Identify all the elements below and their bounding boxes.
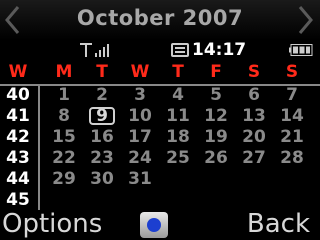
week-number: 41	[6, 106, 30, 126]
weekday-label: S	[247, 62, 261, 82]
week-number: 42	[6, 127, 30, 147]
calendar-day-cell[interactable]: 18	[162, 127, 194, 147]
calendar-grid: 40 1 2 3 4 5 6 7 41 8 9 10 11 12 13 14 42 15 16 17 18 19 20 21 4…	[0, 84, 320, 210]
weekday-label: T	[172, 62, 184, 82]
calendar-day-cell[interactable]: 10	[124, 106, 156, 126]
weekday-label: T	[96, 62, 108, 82]
signal-strength-icon	[80, 43, 109, 57]
calendar-day-cell[interactable]: 31	[124, 169, 156, 189]
calendar-day-cell[interactable]: 13	[238, 106, 270, 126]
calendar-day-cell[interactable]: 16	[86, 127, 118, 147]
week-number: 43	[6, 148, 30, 168]
calendar-day-cell[interactable]: 30	[86, 169, 118, 189]
calendar-day-cell[interactable]: 17	[124, 127, 156, 147]
calendar-header: October 2007	[0, 0, 320, 40]
status-bar: 14:17	[0, 40, 320, 60]
softkey-bar: Options Back	[0, 208, 320, 240]
calendar-day-cell[interactable]: 11	[162, 106, 194, 126]
calendar-day-cell[interactable]: 15	[48, 127, 80, 147]
clock-time: 14:17	[192, 40, 247, 60]
calendar-day-cell[interactable]: 19	[200, 127, 232, 147]
calendar-day-cell[interactable]: 20	[238, 127, 270, 147]
calendar-day-cell[interactable]: 2	[86, 85, 118, 105]
week-number: 45	[6, 190, 30, 210]
week-number: 44	[6, 169, 30, 189]
chevron-right-icon[interactable]	[294, 4, 316, 36]
calendar-day-cell[interactable]: 28	[276, 148, 308, 168]
calendar-day-cell[interactable]: 25	[162, 148, 194, 168]
calendar-day-cell[interactable]: 4	[162, 85, 194, 105]
calendar-day-cell[interactable]: 12	[200, 106, 232, 126]
selected-day-highlight	[89, 107, 115, 125]
calendar-day-cell[interactable]: 26	[200, 148, 232, 168]
month-title: October 2007	[76, 6, 244, 30]
calendar-day-cell[interactable]: 22	[48, 148, 80, 168]
calendar-day-cell[interactable]: 6	[238, 85, 270, 105]
calendar-day-cell[interactable]: 5	[200, 85, 232, 105]
calendar-day-cell[interactable]: 24	[124, 148, 156, 168]
calendar-day-cell[interactable]: 8	[48, 106, 80, 126]
calendar-day-cell[interactable]: 1	[48, 85, 80, 105]
weekday-label: W	[130, 62, 150, 82]
back-softkey[interactable]: Back	[247, 209, 310, 239]
center-select-key-icon[interactable]	[140, 212, 168, 238]
week-column-label: W	[8, 62, 28, 82]
calendar-icon	[171, 43, 189, 57]
calendar-day-cell[interactable]: 27	[238, 148, 270, 168]
calendar-day-cell[interactable]: 3	[124, 85, 156, 105]
week-number: 40	[6, 85, 30, 105]
options-softkey[interactable]: Options	[2, 209, 102, 239]
calendar-day-cell[interactable]: 23	[86, 148, 118, 168]
weekday-header-row: W M T W T F S S	[0, 62, 320, 84]
weekday-label: S	[285, 62, 299, 82]
battery-icon	[289, 44, 313, 56]
calendar-day-cell[interactable]: 21	[276, 127, 308, 147]
chevron-left-icon[interactable]	[2, 4, 24, 36]
calendar-day-cell[interactable]: 14	[276, 106, 308, 126]
calendar-day-cell[interactable]: 29	[48, 169, 80, 189]
weekday-label: F	[210, 62, 222, 82]
weekday-label: M	[55, 62, 73, 82]
calendar-day-cell[interactable]: 7	[276, 85, 308, 105]
